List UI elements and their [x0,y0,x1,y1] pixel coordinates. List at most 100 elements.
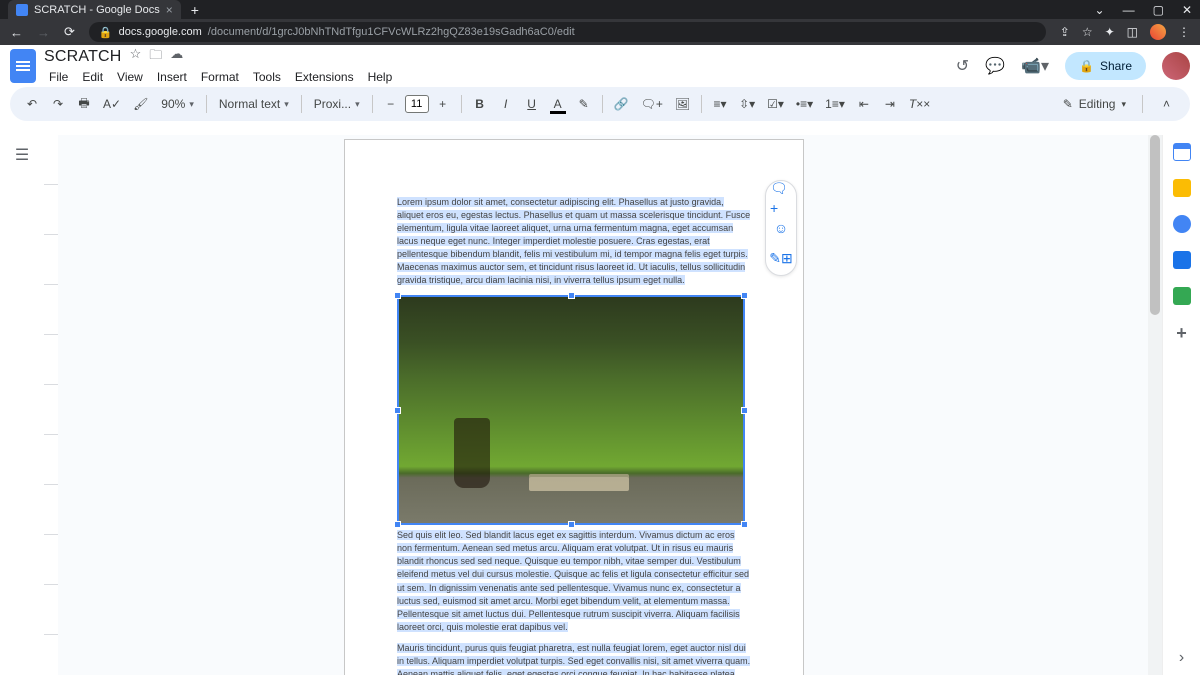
browser-profile-avatar[interactable] [1150,24,1166,40]
add-comment-icon[interactable]: 🗨+ [770,187,792,209]
move-icon[interactable]: 🗀 [149,46,162,68]
paragraph-1[interactable]: Lorem ipsum dolor sit amet, consectetur … [397,197,750,285]
close-tab-icon[interactable]: × [166,3,173,17]
resize-handle-sw[interactable] [394,521,401,528]
scrollbar-thumb[interactable] [1150,135,1160,315]
contacts-icon[interactable] [1173,251,1191,269]
resize-handle-n[interactable] [568,292,575,299]
spellcheck-button[interactable]: A✓ [98,92,126,116]
clear-formatting-button[interactable]: T×× [904,92,935,116]
checklist-button[interactable]: ☑▾ [762,92,789,116]
resize-handle-ne[interactable] [741,292,748,299]
lock-icon: 🔒 [99,26,113,39]
line-spacing-dropdown[interactable]: ⇳▾ [734,92,760,116]
hide-sidepanel-icon[interactable]: › [1179,649,1184,667]
cloud-status-icon[interactable]: ☁ [170,46,183,68]
add-emoji-icon[interactable]: ☺ [770,217,792,239]
collapse-toolbar-button[interactable]: ˄ [1153,93,1180,115]
font-dropdown[interactable]: Proxi... [308,93,366,115]
menu-file[interactable]: File [44,68,73,86]
paragraph-3[interactable]: Mauris tincidunt, purus quis feugiat pha… [397,643,750,675]
forward-button: → [37,25,50,40]
increase-font-button[interactable]: + [431,92,455,116]
paragraph-style-dropdown[interactable]: Normal text [213,93,295,115]
zoom-dropdown[interactable]: 90% [155,93,200,115]
decrease-font-button[interactable]: − [379,92,403,116]
history-icon[interactable]: ↺ [956,56,969,76]
formatting-toolbar: ↶ ↷ 🖶 A✓ 🖌 90% Normal text Proxi... − + … [10,87,1190,121]
text-color-button[interactable]: A [546,92,570,116]
new-tab-button[interactable]: + [191,2,199,18]
decrease-indent-button[interactable]: ⇤ [852,92,876,116]
document-page[interactable]: Lorem ipsum dolor sit amet, consectetur … [344,139,804,675]
share-url-icon[interactable]: ⇪ [1060,25,1070,39]
calendar-icon[interactable] [1173,143,1191,161]
url-input[interactable]: 🔒 docs.google.com/document/d/1grcJ0bNhTN… [89,22,1046,42]
insert-link-button[interactable]: 🔗 [609,92,634,116]
extensions-icon[interactable]: ✦ [1105,25,1115,39]
increase-indent-button[interactable]: ⇥ [878,92,902,116]
browser-tab[interactable]: SCRATCH - Google Docs × [8,0,181,19]
vertical-ruler[interactable] [44,135,58,675]
font-size-input[interactable] [405,95,429,113]
tasks-icon[interactable] [1173,215,1191,233]
browser-address-bar: ← → ⟳ 🔒 docs.google.com/document/d/1grcJ… [0,19,1200,45]
browser-menu-icon[interactable]: ⋮ [1178,25,1190,39]
resize-handle-nw[interactable] [394,292,401,299]
menu-extensions[interactable]: Extensions [290,68,359,86]
italic-button[interactable]: I [494,92,518,116]
menu-view[interactable]: View [112,68,148,86]
underline-button[interactable]: U [520,92,544,116]
suggest-edits-icon[interactable]: ✎⊞ [770,247,792,269]
document-canvas[interactable]: Lorem ipsum dolor sit amet, consectetur … [58,135,1148,675]
menu-insert[interactable]: Insert [152,68,192,86]
undo-button[interactable]: ↶ [20,92,44,116]
insert-image-button[interactable]: 🖼 [670,92,695,116]
redo-button[interactable]: ↷ [46,92,70,116]
side-panel: + › [1162,135,1200,675]
share-button[interactable]: 🔒 Share [1065,52,1146,80]
show-outline-button[interactable]: ☰ [15,147,29,164]
bold-button[interactable]: B [468,92,492,116]
meet-icon[interactable]: 📹▾ [1021,56,1049,76]
bookmark-icon[interactable]: ☆ [1082,25,1093,39]
paragraph-2[interactable]: Sed quis elit leo. Sed blandit lacus ege… [397,530,749,631]
align-dropdown[interactable]: ≡▾ [708,92,732,116]
menu-help[interactable]: Help [363,68,398,86]
menu-format[interactable]: Format [196,68,244,86]
font-value: Proxi... [314,97,351,111]
sidepanel-icon[interactable]: ◫ [1127,25,1138,39]
vertical-scrollbar[interactable] [1148,135,1162,675]
inline-image[interactable] [397,295,745,525]
print-button[interactable]: 🖶 [72,92,96,116]
document-title[interactable]: SCRATCH [44,48,122,66]
resize-handle-w[interactable] [394,407,401,414]
close-window-icon[interactable]: ✕ [1182,3,1192,17]
resize-handle-e[interactable] [741,407,748,414]
back-button[interactable]: ← [10,25,23,40]
maximize-icon[interactable]: ▢ [1153,3,1164,17]
keep-icon[interactable] [1173,179,1191,197]
get-addons-icon[interactable]: + [1176,323,1187,344]
add-comment-button[interactable]: 🗨+ [636,92,668,116]
account-avatar[interactable] [1162,52,1190,80]
resize-handle-se[interactable] [741,521,748,528]
horizontal-ruler[interactable] [0,123,1200,135]
comments-icon[interactable]: 💬 [985,56,1005,76]
reload-button[interactable]: ⟳ [64,24,75,40]
bulleted-list-dropdown[interactable]: •≡▾ [791,92,818,116]
chevron-down-icon: ▾ [1121,99,1126,110]
maps-icon[interactable] [1173,287,1191,305]
resize-handle-s[interactable] [568,521,575,528]
highlight-color-button[interactable]: ✎ [572,92,596,116]
docs-home-icon[interactable] [10,49,36,83]
chevron-down-icon[interactable]: ⌄ [1095,3,1105,17]
docs-header: SCRATCH ☆ 🗀 ☁ File Edit View Insert Form… [0,45,1200,87]
menu-tools[interactable]: Tools [248,68,286,86]
editing-mode-dropdown[interactable]: ✎ Editing ▾ [1053,93,1136,115]
paint-format-button[interactable]: 🖌 [128,92,153,116]
star-icon[interactable]: ☆ [130,46,142,68]
minimize-icon[interactable]: — [1123,3,1135,17]
numbered-list-dropdown[interactable]: 1≡▾ [820,92,850,116]
menu-edit[interactable]: Edit [77,68,108,86]
